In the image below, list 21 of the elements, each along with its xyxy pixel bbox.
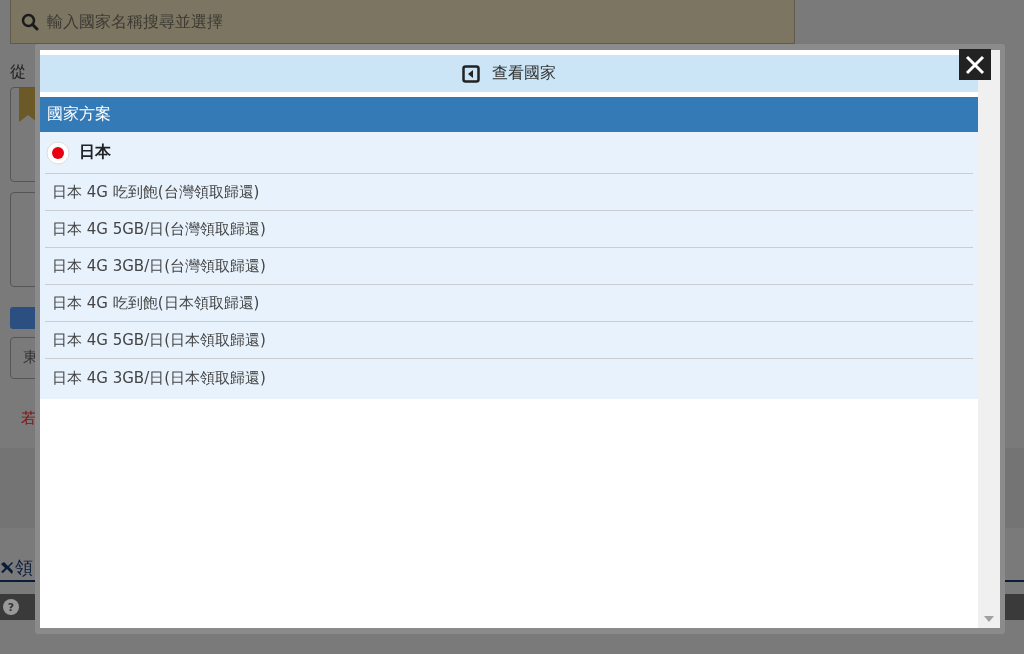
- plan-item[interactable]: 日本 4G 5GB/日(日本領取歸還): [45, 322, 973, 359]
- search-field[interactable]: 輸入國家名稱搜尋並選擇: [45, 11, 449, 32]
- back-icon[interactable]: [462, 64, 480, 83]
- search-icon: [21, 12, 39, 31]
- close-icon: [965, 54, 985, 75]
- help-button[interactable]: ?: [3, 599, 19, 615]
- plan-item[interactable]: 日本 4G 3GB/日(台灣領取歸還): [45, 248, 973, 285]
- plan-item[interactable]: 日本 4G 吃到飽(台灣領取歸還): [45, 174, 973, 211]
- scrollbar[interactable]: [978, 50, 1000, 628]
- notice-text: 若: [21, 409, 37, 428]
- section-header: 國家方案: [40, 97, 978, 132]
- country-item[interactable]: 日本: [45, 132, 973, 174]
- country-name: 日本: [79, 142, 111, 163]
- plan-item[interactable]: 日本 4G 吃到飽(日本領取歸還): [45, 285, 973, 322]
- dialog-title: 查看國家: [492, 63, 556, 84]
- plan-item[interactable]: 日本 4G 3GB/日(日本領取歸還): [45, 359, 973, 397]
- flag-icon: [46, 140, 70, 165]
- section-link[interactable]: 領: [15, 556, 33, 580]
- plan-item[interactable]: 日本 4G 5GB/日(台灣領取歸還): [45, 211, 973, 248]
- section-label: 從: [10, 62, 26, 83]
- close-button[interactable]: [959, 49, 991, 80]
